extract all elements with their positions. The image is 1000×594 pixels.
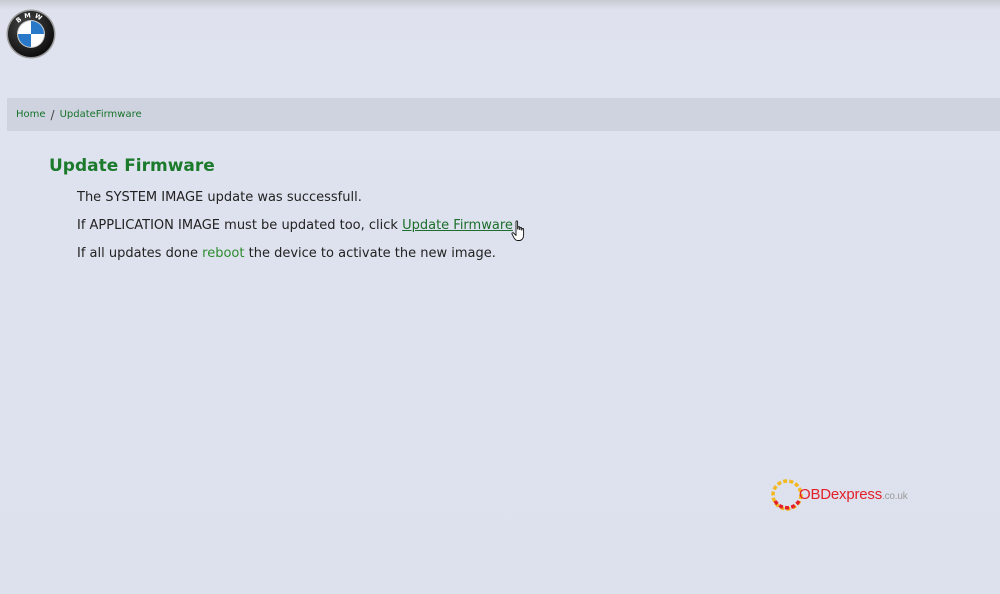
- status-message: The SYSTEM IMAGE update was successfull.: [77, 190, 362, 205]
- obdexpress-watermark-text: OBDexpress.co.uk: [799, 486, 908, 503]
- breadcrumb-home-link[interactable]: Home: [16, 109, 46, 120]
- obdexpress-name: OBDexpress: [799, 486, 883, 503]
- application-update-text: If APPLICATION IMAGE must be updated too…: [77, 218, 403, 233]
- reboot-message: If all updates done reboot the device to…: [77, 246, 496, 261]
- breadcrumb-separator: /: [50, 107, 55, 122]
- page: BMW Home / UpdateFirmware Update Firmwar…: [0, 0, 1000, 594]
- application-update-message: If APPLICATION IMAGE must be updated too…: [77, 218, 513, 233]
- reboot-text-suffix: the device to activate the new image.: [244, 246, 496, 261]
- reboot-link[interactable]: reboot: [202, 246, 244, 261]
- update-firmware-link[interactable]: Update Firmware: [402, 218, 513, 233]
- bmw-logo-icon: BMW: [6, 9, 56, 59]
- obdexpress-suffix: .co.uk: [882, 491, 908, 502]
- breadcrumb-current-link[interactable]: UpdateFirmware: [60, 109, 142, 120]
- page-title: Update Firmware: [49, 156, 215, 176]
- breadcrumb: Home / UpdateFirmware: [7, 98, 1000, 131]
- obdexpress-watermark: OBDexpress.co.uk: [770, 475, 930, 515]
- reboot-text-prefix: If all updates done: [77, 246, 203, 261]
- hand-cursor-icon: [511, 220, 525, 241]
